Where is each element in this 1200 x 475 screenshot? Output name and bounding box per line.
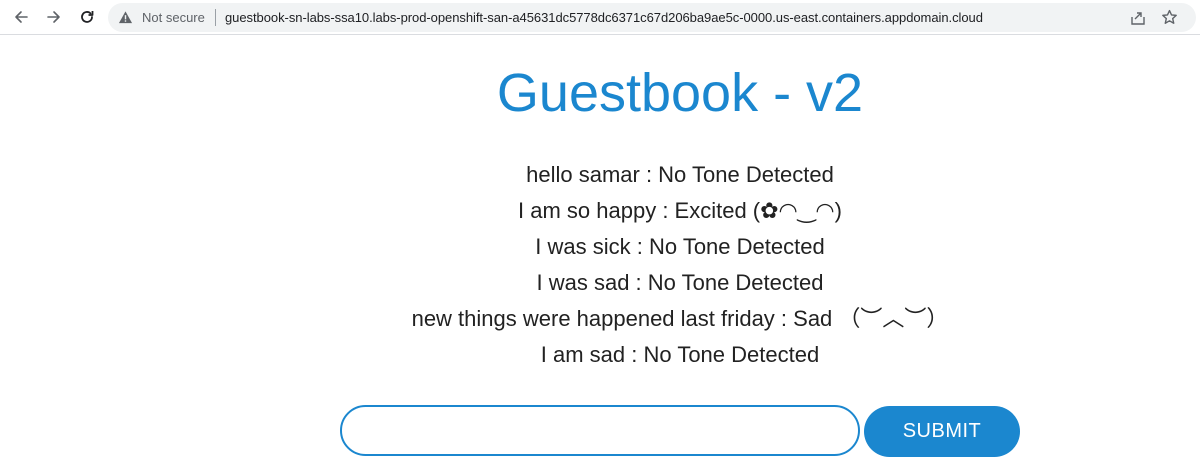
share-icon[interactable]	[1130, 10, 1146, 26]
guestbook-entry: hello samar : No Tone Detected	[526, 162, 834, 187]
url-text[interactable]: guestbook-sn-labs-ssa10.labs-prod-opensh…	[225, 10, 983, 25]
address-bar[interactable]: Not secure guestbook-sn-labs-ssa10.labs-…	[108, 3, 1196, 32]
star-icon[interactable]	[1161, 9, 1178, 26]
warning-icon[interactable]	[118, 10, 133, 25]
security-status-label[interactable]: Not secure	[142, 10, 205, 25]
submit-button[interactable]: SUBMIT	[864, 406, 1020, 457]
address-separator	[215, 9, 216, 26]
guestbook-entry-list: hello samar : No Tone Detected I am so h…	[330, 157, 1030, 373]
guestbook-entry: new things were happened last friday : S…	[411, 306, 949, 331]
guestbook-entry: I was sick : No Tone Detected	[535, 234, 825, 259]
guestbook-entry: I am so happy : Excited (✿◠‿◠)	[518, 198, 842, 223]
back-arrow-icon[interactable]	[8, 5, 34, 29]
guestbook-entry-input[interactable]	[340, 405, 860, 456]
forward-arrow-icon[interactable]	[41, 5, 67, 29]
browser-toolbar: Not secure guestbook-sn-labs-ssa10.labs-…	[0, 0, 1200, 35]
reload-icon[interactable]	[74, 5, 100, 29]
guestbook-entry: I am sad : No Tone Detected	[540, 342, 820, 367]
guestbook-entry: I was sad : No Tone Detected	[536, 270, 824, 295]
page-title: Guestbook - v2	[496, 63, 864, 123]
